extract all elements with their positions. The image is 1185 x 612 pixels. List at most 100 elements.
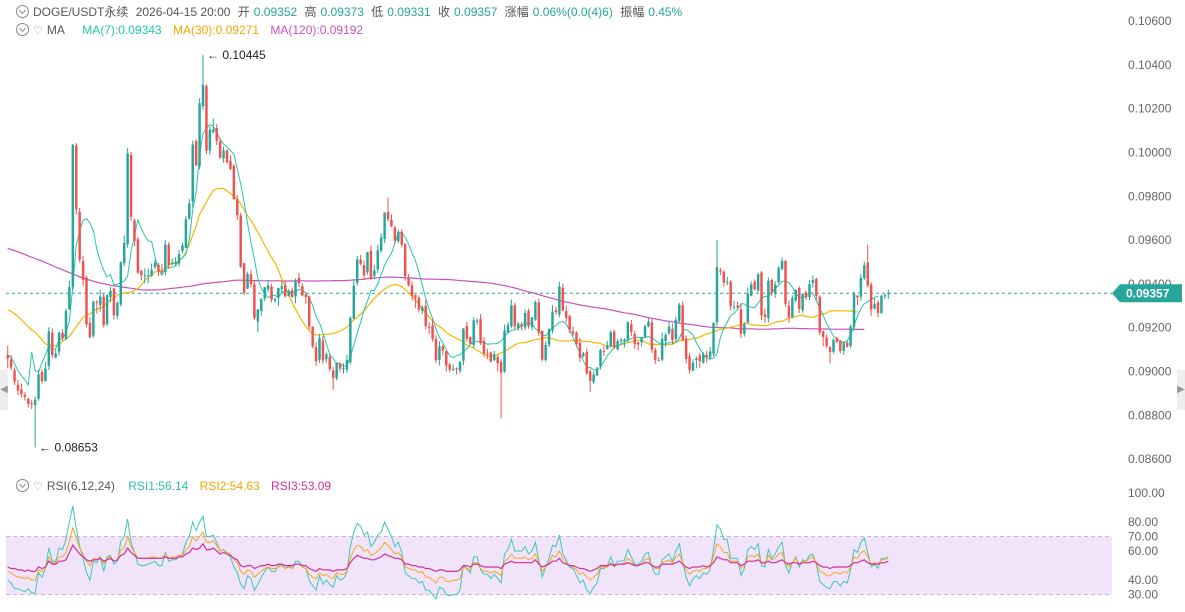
candle-body [743, 324, 746, 335]
candle-body [839, 341, 842, 351]
candle-body [688, 356, 691, 371]
candle-body [273, 299, 277, 301]
candle-body [246, 274, 249, 289]
candle-body [458, 362, 462, 371]
candle-body [475, 320, 479, 322]
candle-body [304, 294, 308, 298]
candle-body [479, 319, 482, 344]
candle-body [345, 359, 349, 370]
candle-body [321, 340, 325, 361]
candle-body [75, 145, 78, 210]
candle-body [616, 341, 619, 350]
candle-body [462, 328, 465, 361]
price-tick-label: 0.10200 [1128, 102, 1172, 116]
rsi-legend: ♡ RSI(6,12,24) RSI1:56.14 RSI2:54.63 RSI3… [16, 478, 335, 495]
candle-body [612, 331, 616, 348]
candle-body [47, 331, 51, 366]
price-tick-label: 0.09600 [1128, 233, 1172, 247]
candle-body [61, 332, 64, 339]
candle-body [421, 307, 424, 312]
candle-body [801, 293, 804, 311]
scroll-right-handle[interactable]: ▶ [1177, 370, 1185, 410]
candle-body [177, 254, 181, 264]
candle-body [366, 252, 369, 273]
candle-body [242, 263, 246, 293]
candle-body [763, 314, 767, 317]
open-label: 开 [237, 5, 250, 19]
candle-body [225, 150, 229, 163]
candle-body [780, 260, 784, 270]
last-price-tag-label: 0.09357 [1126, 286, 1170, 300]
chart-container[interactable]: 0.10600 0.10400 0.10200 0.10000 0.09800 0.096… [0, 0, 1185, 612]
rsi-alert-bell-icon[interactable]: ♡ [33, 479, 43, 495]
candle-body [146, 275, 150, 277]
candle-body [410, 285, 414, 297]
alert-bell-icon[interactable]: ♡ [33, 23, 43, 39]
ma7-legend: MA(7):0.09343 [82, 23, 162, 37]
candle-body [472, 320, 475, 345]
candle-body [355, 259, 359, 284]
candle-body [832, 339, 835, 352]
candle-body [794, 290, 798, 301]
collapse-toggle-icon[interactable] [16, 5, 29, 18]
price-tick-label: 0.10400 [1128, 58, 1172, 72]
rsi-tick-label: 60.00 [1128, 544, 1158, 558]
candle-body [684, 338, 688, 359]
ma-indicator-name[interactable]: MA [47, 23, 65, 37]
candle-body [362, 265, 366, 276]
ma-collapse-icon[interactable] [16, 23, 29, 36]
candle-body [109, 290, 112, 298]
rsi3-legend: RSI3:53.09 [271, 479, 332, 493]
close-value: 0.09357 [454, 5, 498, 19]
candle-body [54, 353, 57, 358]
candle-body [643, 326, 647, 337]
candle-body [760, 272, 763, 316]
candle-body [143, 275, 147, 277]
candle-body [160, 270, 164, 272]
rsi-collapse-icon[interactable] [16, 479, 29, 492]
candle-body [126, 153, 129, 245]
price-tick-label: 0.09200 [1128, 321, 1172, 335]
candle-body [756, 274, 760, 291]
candle-body [486, 353, 489, 355]
chart-svg[interactable]: 0.10600 0.10400 0.10200 0.10000 0.09800 0.096… [0, 0, 1185, 612]
candle-body [373, 270, 376, 277]
price-tick-label: 0.08800 [1128, 408, 1172, 422]
candle-body [417, 297, 421, 310]
candle-body [554, 310, 558, 313]
rsi-indicator-name[interactable]: RSI(6,12,24) [47, 479, 115, 493]
candle-body [44, 368, 47, 382]
candle-body [626, 322, 630, 341]
candle-body [249, 274, 253, 285]
rsi-tick-label: 30.00 [1128, 588, 1158, 602]
candle-body [174, 262, 177, 265]
candle-body [167, 244, 170, 266]
candle-body [510, 305, 513, 327]
candle-body [287, 291, 290, 297]
candle-body [260, 298, 263, 312]
candle-body [664, 335, 667, 342]
candle-body [386, 212, 390, 220]
candle-body [592, 374, 595, 383]
candle-body [122, 242, 126, 264]
candle-body [575, 332, 578, 344]
candle-body [194, 141, 198, 166]
candle-body [263, 287, 266, 299]
rsi-band [6, 536, 1112, 595]
high-value: 0.09373 [320, 5, 364, 19]
price-tick-label: 0.09800 [1128, 189, 1172, 203]
price-tick-label: 0.08600 [1128, 452, 1172, 466]
rsi1-legend: RSI1:56.14 [128, 479, 189, 493]
candle-body [705, 355, 708, 358]
candle-body [873, 304, 876, 309]
candle-body [13, 370, 16, 382]
candle-body [383, 212, 386, 239]
candle-body [767, 280, 770, 319]
candle-body [530, 317, 534, 328]
candle-body [150, 270, 153, 277]
candle-body [469, 336, 472, 344]
high-label: 高 [304, 5, 317, 19]
candle-body [856, 295, 859, 298]
scroll-left-handle[interactable]: ◀ [0, 370, 8, 410]
candle-body [493, 354, 496, 361]
